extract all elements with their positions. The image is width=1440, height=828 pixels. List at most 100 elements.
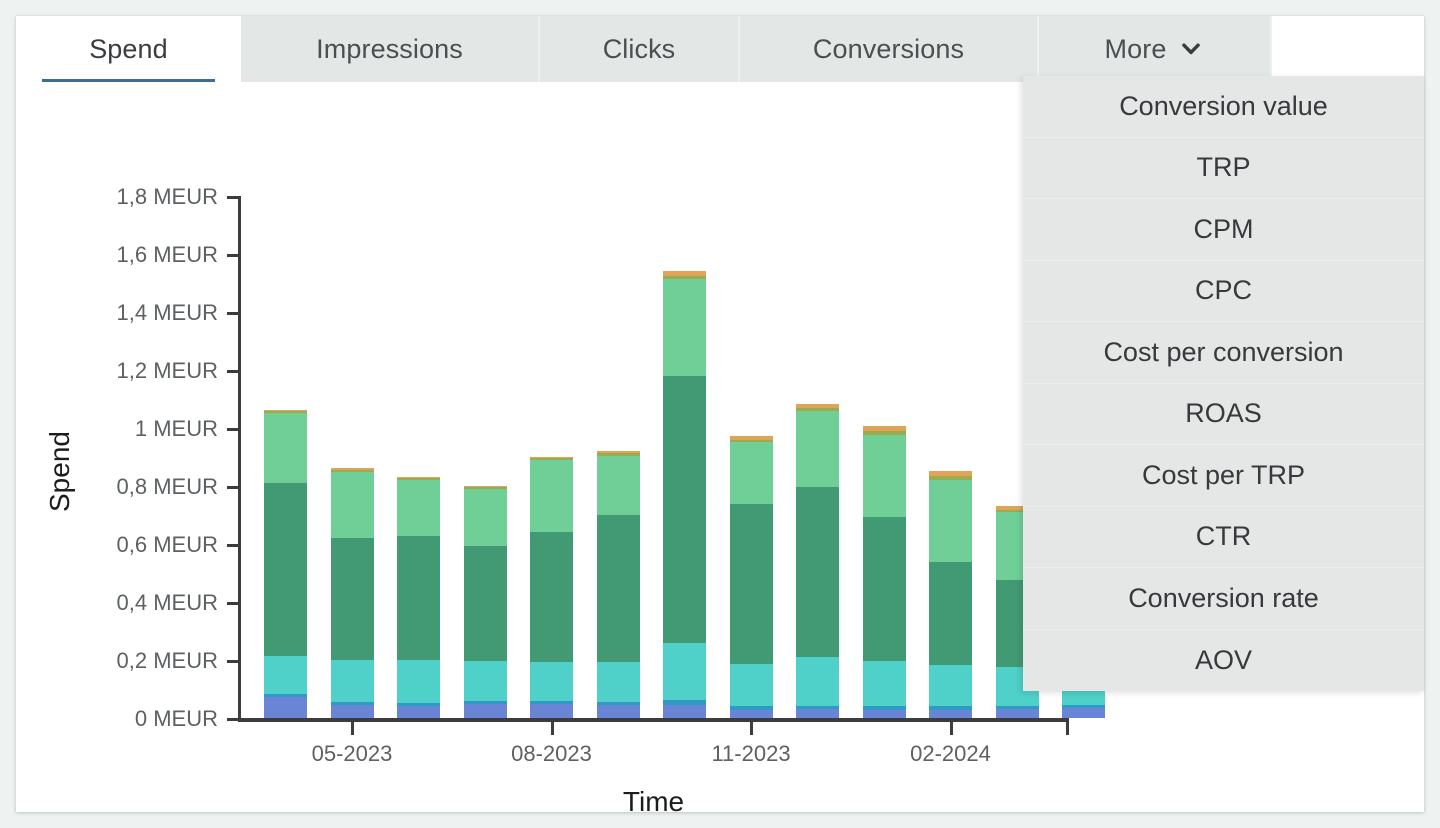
x-axis-tick bbox=[351, 722, 354, 735]
bar-segment bbox=[995, 709, 1039, 718]
y-axis-tick-label: 1,4 MEUR bbox=[116, 300, 218, 325]
bar-column[interactable] bbox=[397, 476, 440, 718]
x-axis-tick bbox=[750, 722, 753, 735]
bar-column[interactable] bbox=[663, 270, 706, 718]
bar-segment bbox=[929, 664, 972, 707]
menu-item-cpc[interactable]: CPC bbox=[1023, 261, 1424, 322]
bar-segment bbox=[596, 456, 640, 515]
bar-segment bbox=[796, 709, 839, 718]
tab-label: Conversions bbox=[812, 33, 965, 64]
bar-column[interactable] bbox=[530, 456, 573, 718]
y-axis-tick-label: 1,8 MEUR bbox=[116, 184, 218, 209]
bar-segment bbox=[596, 704, 640, 718]
bar-column[interactable] bbox=[264, 409, 307, 718]
y-axis-tick bbox=[227, 486, 238, 489]
bar-segment bbox=[463, 703, 507, 718]
x-axis-tick-label: 11-2023 bbox=[711, 741, 791, 766]
y-axis-tick bbox=[227, 428, 238, 431]
bar-column[interactable] bbox=[596, 451, 640, 718]
y-axis-line bbox=[238, 196, 241, 721]
bar-segment bbox=[663, 278, 706, 376]
more-metrics-dropdown[interactable]: Conversion value TRP CPM CPC Cost per conver… bbox=[1023, 76, 1424, 691]
metric-tabs: Spend Impressions Clicks Conversions More bbox=[16, 16, 1424, 82]
y-axis-tick-label: 0 MEUR bbox=[134, 706, 218, 731]
y-axis-tick-label: 0,2 MEUR bbox=[116, 648, 218, 673]
y-axis-tick bbox=[227, 254, 238, 257]
x-axis-tick-label: 05-2023 bbox=[311, 741, 393, 766]
bar-segment bbox=[463, 661, 507, 701]
tab-label: Impressions bbox=[316, 33, 463, 64]
menu-item-ctr[interactable]: CTR bbox=[1023, 507, 1424, 568]
menu-item-trp[interactable]: TRP bbox=[1023, 138, 1424, 199]
bar-column[interactable] bbox=[862, 426, 906, 718]
bar-segment bbox=[796, 487, 839, 657]
bar-segment bbox=[796, 656, 839, 706]
bar-segment bbox=[596, 514, 640, 663]
menu-item-conversion-value[interactable]: Conversion value bbox=[1023, 76, 1424, 138]
menu-item-cost-per-conversion[interactable]: Cost per conversion bbox=[1023, 322, 1424, 384]
bar-column[interactable] bbox=[463, 485, 507, 718]
x-axis-tick-label: 08-2023 bbox=[511, 741, 592, 766]
x-axis-end-tick bbox=[1066, 722, 1069, 735]
bar-segment bbox=[463, 546, 507, 662]
bar-segment bbox=[929, 710, 972, 718]
bar-column[interactable] bbox=[796, 403, 839, 718]
bar-segment bbox=[862, 434, 906, 517]
y-axis-tick-label: 1,2 MEUR bbox=[116, 358, 218, 383]
menu-item-cpm[interactable]: CPM bbox=[1023, 199, 1424, 261]
bar-segment bbox=[330, 537, 374, 661]
y-axis-title: Spend bbox=[44, 431, 75, 512]
bar-column[interactable] bbox=[729, 436, 773, 718]
bar-segment bbox=[397, 536, 440, 660]
x-axis-tick-label: 02-2024 bbox=[910, 741, 991, 766]
bar-segment bbox=[729, 664, 773, 707]
bar-segment bbox=[862, 710, 906, 718]
bar-segment bbox=[663, 704, 706, 718]
x-axis-line bbox=[238, 718, 1069, 722]
x-axis-tick bbox=[949, 722, 953, 735]
y-axis-tick-label: 0,4 MEUR bbox=[116, 590, 218, 615]
bar-segment bbox=[264, 483, 307, 657]
bar-segment bbox=[530, 704, 573, 718]
tab-more[interactable]: More bbox=[1039, 16, 1272, 82]
tab-clicks[interactable]: Clicks bbox=[540, 16, 740, 82]
menu-item-roas[interactable]: ROAS bbox=[1023, 384, 1424, 445]
bar-segment bbox=[1062, 707, 1105, 718]
bar-segment bbox=[862, 517, 906, 662]
y-axis-tick bbox=[227, 660, 238, 663]
bar-segment bbox=[862, 661, 906, 707]
bar-column[interactable] bbox=[929, 471, 972, 718]
chevron-down-icon bbox=[1178, 36, 1204, 62]
bar-segment bbox=[397, 479, 440, 537]
tab-label: Clicks bbox=[602, 33, 676, 64]
y-axis-tick bbox=[227, 370, 238, 373]
menu-item-cost-per-trp[interactable]: Cost per TRP bbox=[1023, 445, 1424, 507]
bar-column[interactable] bbox=[330, 468, 374, 718]
menu-item-aov[interactable]: AOV bbox=[1023, 630, 1424, 692]
menu-item-conversion-rate[interactable]: Conversion rate bbox=[1023, 568, 1424, 630]
tabstrip-spacer bbox=[1272, 16, 1424, 82]
tab-conversions[interactable]: Conversions bbox=[740, 16, 1039, 82]
bar-segment bbox=[530, 460, 573, 533]
bar-segment bbox=[929, 562, 972, 665]
bar-segment bbox=[397, 659, 440, 704]
tab-label: Spend bbox=[89, 33, 168, 64]
y-axis-tick bbox=[227, 718, 238, 721]
tab-spend[interactable]: Spend bbox=[16, 16, 241, 82]
bar-segment bbox=[264, 656, 307, 694]
bar-segment bbox=[530, 661, 573, 702]
y-axis-tick-label: 0,6 MEUR bbox=[116, 532, 218, 557]
bar-segment bbox=[463, 488, 507, 547]
bar-segment bbox=[729, 441, 773, 505]
bar-segment bbox=[330, 660, 374, 702]
bar-segment bbox=[663, 375, 706, 643]
bar-segment bbox=[729, 504, 773, 665]
bar-segment bbox=[264, 696, 307, 718]
y-axis-tick-label: 1,6 MEUR bbox=[116, 242, 218, 267]
bar-segment bbox=[330, 472, 374, 538]
y-axis-tick bbox=[227, 312, 238, 315]
bar-segment bbox=[729, 709, 773, 718]
y-axis-tick bbox=[227, 602, 238, 605]
bar-segment bbox=[796, 410, 839, 488]
tab-impressions[interactable]: Impressions bbox=[241, 16, 540, 82]
